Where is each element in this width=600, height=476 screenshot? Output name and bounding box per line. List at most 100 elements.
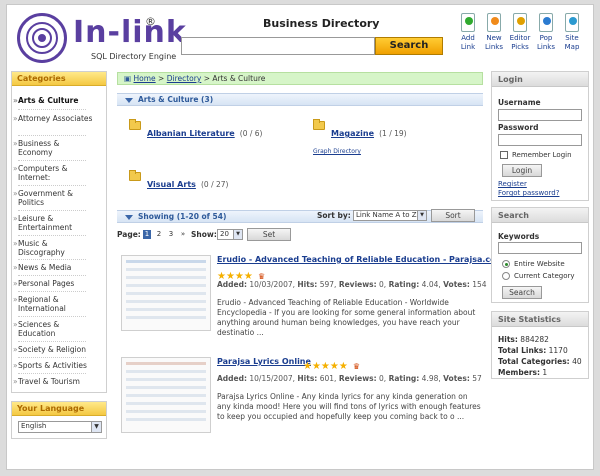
folder-icon	[129, 119, 141, 130]
category-travel-tourism[interactable]: Travel & Tourism	[13, 377, 93, 386]
breadcrumb-separator: >	[158, 74, 165, 83]
remember-label: Remember Login	[512, 151, 572, 159]
page-2[interactable]: 2	[155, 230, 163, 239]
category-sports-activities[interactable]: Sports & Activities	[13, 361, 93, 370]
new-links-icon	[487, 13, 501, 32]
divider	[18, 275, 86, 276]
show-label: Show:	[191, 230, 217, 239]
language-box: Your Language English ▼	[11, 401, 107, 439]
add-link-label: Add Link	[460, 34, 476, 51]
sort-button[interactable]: Sort	[431, 209, 475, 222]
listing-title[interactable]: Parajsa Lyrics Online	[217, 357, 311, 366]
header-search-button[interactable]: Search	[375, 37, 443, 55]
breadcrumb: ▣ Home > Directory > Arts & Culture	[117, 72, 483, 85]
next-page-icon[interactable]: »	[179, 230, 187, 239]
stat-members: Members: 1	[498, 368, 548, 377]
entire-website-radio[interactable]	[502, 260, 510, 268]
category-attorney-associates[interactable]: Attorney Associates	[13, 114, 93, 123]
category-regional-international[interactable]: Regional & International	[13, 295, 93, 313]
logo-spiral-icon[interactable]	[17, 13, 67, 63]
language-select[interactable]: English ▼	[18, 421, 102, 433]
category-arts-culture[interactable]: Arts & Culture	[13, 96, 93, 105]
categories-title: Categories	[12, 72, 106, 86]
subcategory-magazine[interactable]: Magazine (1 / 19)	[331, 121, 407, 140]
breadcrumb-directory[interactable]: Directory	[167, 74, 202, 83]
site-statistics-box: Site Statistics Hits: 884282 Total Links…	[491, 311, 589, 379]
divider	[18, 210, 86, 211]
category-government-politics[interactable]: Government & Politics	[13, 189, 93, 207]
category-business-economy[interactable]: Business & Economy	[13, 139, 93, 157]
breadcrumb-home[interactable]: Home	[133, 74, 155, 83]
subcategory-count: (1 / 19)	[379, 129, 407, 138]
header-search-input[interactable]	[181, 37, 375, 55]
folder-icon	[129, 170, 141, 181]
new-links-label: New Links	[485, 34, 503, 51]
brand-name[interactable]: In-link	[73, 15, 187, 50]
category-society-religion[interactable]: Society & Religion	[13, 345, 93, 354]
chevron-down-icon: ▼	[91, 422, 101, 432]
chevron-down-icon: ▼	[417, 211, 426, 220]
listing-thumbnail[interactable]	[121, 255, 211, 331]
breadcrumb-current: Arts & Culture	[212, 74, 266, 83]
stat-hits: Hits: 884282	[498, 335, 549, 344]
page-1[interactable]: 1	[143, 230, 151, 239]
remember-checkbox[interactable]	[500, 151, 508, 159]
add-link-button[interactable]: Add Link	[457, 13, 479, 52]
category-personal-pages[interactable]: Personal Pages	[13, 279, 93, 288]
sort-select[interactable]: Link Name A to Z ▼	[353, 210, 427, 221]
listing-title[interactable]: Erudio - Advanced Teaching of Reliable E…	[217, 255, 504, 264]
pop-links-button[interactable]: Pop Links	[535, 13, 557, 52]
forgot-password-link[interactable]: Forgot password?	[498, 189, 559, 197]
page: In-link ® SQL Directory Engine Business …	[6, 4, 594, 470]
subcategory-name[interactable]: Magazine	[331, 129, 374, 138]
show-select[interactable]: 20 ▼	[217, 229, 243, 240]
new-links-button[interactable]: New Links	[483, 13, 505, 52]
language-title: Your Language	[12, 402, 106, 416]
site-map-button[interactable]: Site Map	[561, 13, 583, 52]
breadcrumb-separator: >	[203, 74, 210, 83]
divider	[18, 135, 86, 136]
pop-links-label: Pop Links	[537, 34, 555, 51]
subcategory-albanian-literature[interactable]: Albanian Literature (0 / 6)	[147, 121, 263, 140]
home-icon: ▣	[124, 74, 132, 83]
entire-website-label: Entire Website	[514, 260, 565, 268]
keywords-input[interactable]	[498, 242, 582, 254]
graph-directory-link[interactable]: Graph Directory	[313, 148, 361, 155]
registered-mark: ®	[145, 15, 156, 28]
add-link-icon	[461, 13, 475, 32]
listing-description: Erudio - Advanced Teaching of Reliable E…	[217, 298, 476, 337]
listing-description: Parajsa Lyrics Online - Any kinda lyrics…	[217, 392, 481, 421]
page-3[interactable]: 3	[167, 230, 175, 239]
divider	[18, 291, 86, 292]
listing-thumbnail[interactable]	[121, 357, 211, 433]
editor-picks-icon	[513, 13, 527, 32]
subcategory-count: (0 / 27)	[201, 180, 229, 189]
subcategory-name[interactable]: Albanian Literature	[147, 129, 235, 138]
current-category-label: Current Category	[514, 272, 575, 280]
login-box: Login Username Password Remember Login L…	[491, 71, 589, 201]
category-leisure-entertainment[interactable]: Leisure & Entertainment	[13, 214, 93, 232]
category-news-media[interactable]: News & Media	[13, 263, 93, 272]
editor-picks-button[interactable]: Editor Picks	[509, 13, 531, 52]
site-statistics-title: Site Statistics	[492, 312, 588, 327]
register-link[interactable]: Register	[498, 180, 527, 188]
subcategory-visual-arts[interactable]: Visual Arts (0 / 27)	[147, 172, 228, 191]
category-computers-internet[interactable]: Computers & Internet:	[13, 164, 93, 182]
sidebar-search-button[interactable]: Search	[502, 286, 542, 299]
login-title: Login	[492, 72, 588, 87]
divider	[18, 109, 86, 110]
search-box: Search Keywords Entire Website Current C…	[491, 207, 589, 303]
triangle-down-icon	[125, 97, 133, 103]
current-category-radio[interactable]	[502, 272, 510, 280]
language-value: English	[21, 422, 47, 430]
search-box-title: Search	[492, 208, 588, 223]
login-button[interactable]: Login	[502, 164, 542, 177]
password-input[interactable]	[498, 134, 582, 146]
subcategory-name[interactable]: Visual Arts	[147, 180, 196, 189]
subcategory-count: (0 / 6)	[239, 129, 263, 138]
username-input[interactable]	[498, 109, 582, 121]
set-button[interactable]: Set	[247, 228, 291, 241]
category-music-discography[interactable]: Music & Discography	[13, 239, 93, 257]
category-sciences-education[interactable]: Sciences & Education	[13, 320, 93, 338]
chevron-down-icon: ▼	[233, 230, 242, 239]
